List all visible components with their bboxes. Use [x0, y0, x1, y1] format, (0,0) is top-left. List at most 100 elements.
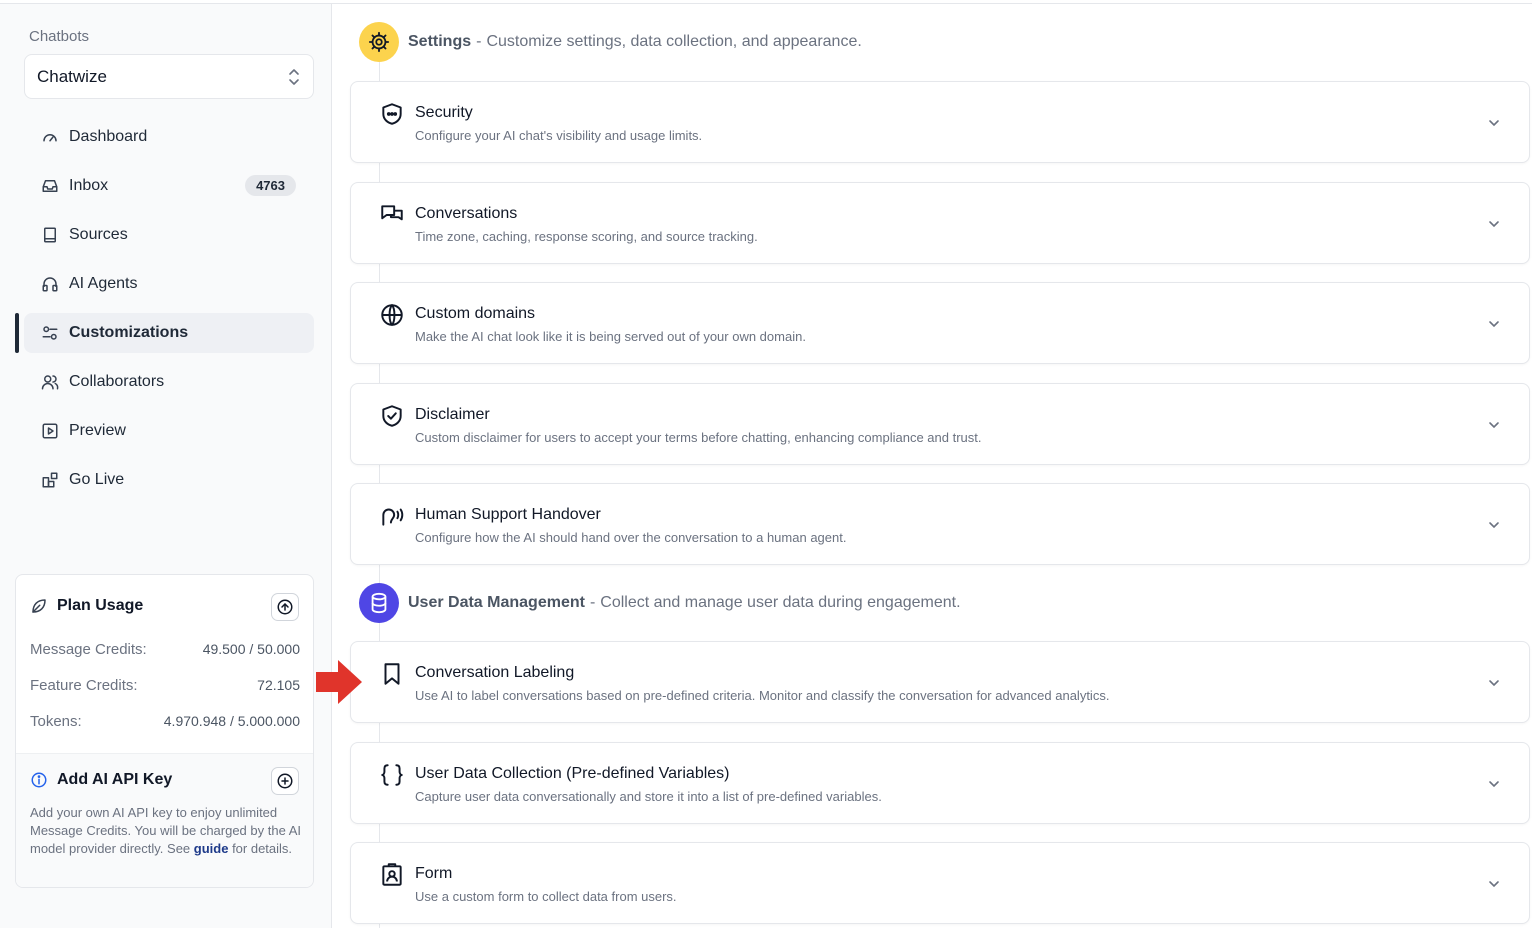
message-credits-label: Message Credits:	[30, 641, 147, 658]
plan-usage-title: Plan Usage	[57, 597, 144, 614]
conversation-labeling-title: Conversation Labeling	[415, 664, 575, 681]
ear-icon	[379, 503, 405, 529]
shield-check-icon	[379, 403, 405, 429]
tokens-value: 4.970.948 / 5.000.000	[163, 713, 300, 729]
api-key-section: Add AI API Key Add your own AI API key t…	[16, 753, 313, 887]
play-square-icon	[41, 422, 59, 440]
settings-description: Customize settings, data collection, and…	[486, 33, 862, 50]
blocks-icon	[41, 471, 59, 489]
form-card[interactable]: Form Use a custom form to collect data f…	[350, 842, 1530, 924]
chatbot-select-value: Chatwize	[37, 66, 107, 86]
sidebar-item-collaborators[interactable]: Collaborators	[24, 362, 314, 402]
sidebar-item-label: Collaborators	[69, 373, 165, 390]
tokens-row: Tokens: 4.970.948 / 5.000.000	[30, 713, 300, 730]
sidebar-item-dashboard[interactable]: Dashboard	[24, 117, 314, 157]
sidebar: Chatbots Chatwize Dashboard Inbox 4763 S…	[0, 4, 332, 928]
chevron-down-icon	[1489, 221, 1499, 228]
globe-icon	[379, 302, 405, 328]
api-key-header: Add AI API Key	[30, 771, 172, 789]
human-handover-title: Human Support Handover	[415, 506, 601, 523]
api-key-title: Add AI API Key	[57, 771, 173, 788]
chatbots-caption: Chatbots	[29, 28, 90, 45]
chevrons-up-down-icon	[289, 68, 299, 85]
form-title: Form	[415, 865, 453, 882]
sidebar-item-label: Preview	[69, 422, 126, 439]
braces-icon	[379, 762, 405, 788]
sidebar-item-go-live[interactable]: Go Live	[24, 460, 314, 500]
chevron-down-icon	[1489, 522, 1499, 529]
users-icon	[41, 373, 59, 391]
sidebar-item-sources[interactable]: Sources	[24, 215, 314, 255]
sidebar-item-ai-agents[interactable]: AI Agents	[24, 264, 314, 304]
info-icon	[31, 772, 47, 788]
user-data-badge	[359, 583, 399, 623]
shield-icon	[379, 101, 405, 127]
guide-link[interactable]: guide	[194, 841, 229, 856]
inbox-icon	[41, 177, 59, 195]
human-handover-description: Configure how the AI should hand over th…	[415, 530, 847, 545]
sidebar-item-label: Dashboard	[69, 128, 148, 145]
settings-title: Settings	[408, 33, 472, 50]
clipboard-user-icon	[379, 862, 405, 888]
form-description: Use a custom form to collect data from u…	[415, 889, 677, 904]
chevron-down-icon	[1489, 680, 1499, 687]
sidebar-item-inbox[interactable]: Inbox 4763	[24, 166, 314, 206]
sidebar-item-label: Go Live	[69, 471, 125, 488]
sidebar-item-label: Inbox	[69, 177, 109, 194]
sliders-icon	[41, 324, 59, 342]
security-card[interactable]: Security Configure your AI chat's visibi…	[350, 81, 1530, 163]
message-credits-row: Message Credits: 49.500 / 50.000	[30, 641, 300, 658]
book-icon	[41, 226, 59, 244]
conversation-labeling-description: Use AI to label conversations based on p…	[415, 688, 1110, 703]
feature-credits-value: 72.105	[257, 677, 300, 693]
custom-domains-card[interactable]: Custom domains Make the AI chat look lik…	[350, 282, 1530, 364]
leaf-icon	[32, 599, 46, 613]
tokens-label: Tokens:	[30, 713, 82, 730]
custom-domains-description: Make the AI chat look like it is being s…	[415, 329, 806, 344]
chatbot-select[interactable]: Chatwize	[24, 54, 314, 99]
human-handover-card[interactable]: Human Support Handover Configure how the…	[350, 483, 1530, 565]
api-key-text-end: for details.	[228, 841, 293, 856]
plus-circle-icon	[277, 773, 293, 789]
conversations-title: Conversations	[415, 205, 518, 222]
gauge-icon	[41, 128, 59, 146]
sidebar-item-label: Customizations	[69, 324, 189, 341]
settings-separator: -	[476, 33, 482, 50]
user-data-title: User Data Management	[408, 594, 585, 611]
user-data-collection-title: User Data Collection (Pre-defined Variab…	[415, 765, 730, 782]
user-data-description: Collect and manage user data during enga…	[600, 594, 961, 611]
conversations-card[interactable]: Conversations Time zone, caching, respon…	[350, 182, 1530, 264]
user-data-section-header: User Data Management - Collect and manag…	[359, 583, 961, 623]
sidebar-item-label: Sources	[69, 226, 128, 243]
sidebar-item-customizations[interactable]: Customizations	[24, 313, 314, 353]
settings-badge	[359, 22, 399, 62]
messages-icon	[379, 202, 405, 228]
user-data-collection-description: Capture user data conversationally and s…	[415, 789, 882, 804]
chevron-down-icon	[1489, 881, 1499, 888]
sidebar-item-label: AI Agents	[69, 275, 138, 292]
inbox-count-badge: 4763	[245, 175, 296, 196]
user-data-separator: -	[589, 594, 596, 611]
security-title: Security	[415, 104, 473, 121]
sidebar-nav: Dashboard Inbox 4763 Sources AI Agents C…	[24, 117, 314, 509]
active-nav-indicator	[15, 313, 19, 353]
sidebar-item-preview[interactable]: Preview	[24, 411, 314, 451]
disclaimer-title: Disclaimer	[415, 406, 490, 423]
red-pointer-arrow-icon	[316, 660, 362, 704]
disclaimer-card[interactable]: Disclaimer Custom disclaimer for users t…	[350, 383, 1530, 465]
disclaimer-description: Custom disclaimer for users to accept yo…	[415, 430, 982, 445]
conversations-description: Time zone, caching, response scoring, an…	[415, 229, 758, 244]
add-api-key-button[interactable]	[271, 767, 299, 795]
plan-usage-header: Plan Usage	[30, 597, 143, 615]
user-data-collection-card[interactable]: User Data Collection (Pre-defined Variab…	[350, 742, 1530, 824]
gear-icon	[368, 31, 390, 53]
api-key-description: Add your own AI API key to enjoy unlimit…	[30, 804, 302, 858]
conversation-labeling-card[interactable]: Conversation Labeling Use AI to label co…	[350, 641, 1530, 723]
security-description: Configure your AI chat's visibility and …	[415, 128, 703, 143]
upgrade-plan-button[interactable]	[271, 593, 299, 621]
bookmark-icon	[379, 661, 405, 687]
message-credits-value: 49.500 / 50.000	[202, 641, 300, 657]
plan-usage-card: Plan Usage Message Credits: 49.500 / 50.…	[15, 574, 314, 888]
settings-section-header: Settings - Customize settings, data coll…	[359, 22, 862, 62]
arrow-up-circle-icon	[277, 599, 293, 615]
